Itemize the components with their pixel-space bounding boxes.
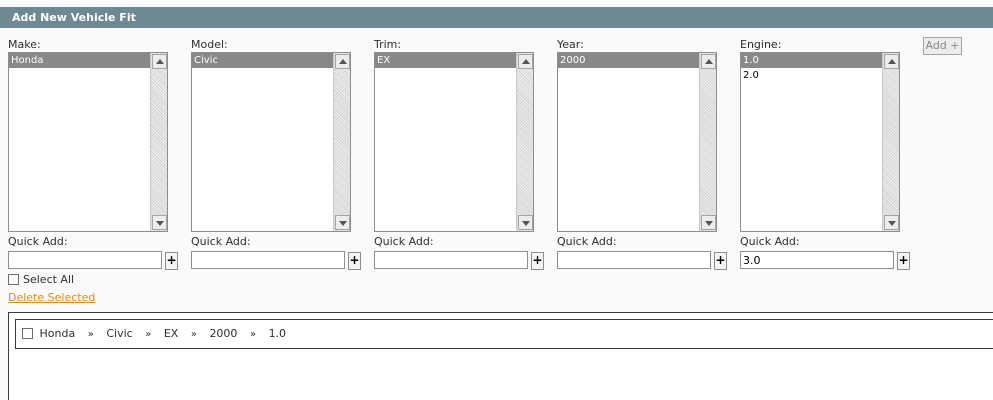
year-column: Year: 2000 Quick Add: + [557, 37, 735, 270]
panel-title: Add New Vehicle Fit [0, 7, 993, 28]
trim-scrollbar[interactable] [516, 53, 533, 231]
trim-option[interactable]: EX [375, 53, 516, 68]
make-listbox[interactable]: Honda [8, 52, 168, 232]
scroll-up-button[interactable] [701, 54, 716, 69]
model-listbox[interactable]: Civic [191, 52, 351, 232]
make-column: Make: Honda Quick Add: + [8, 37, 186, 270]
engine-listbox[interactable]: 1.0 2.0 [740, 52, 900, 232]
model-scrollbar[interactable] [333, 53, 350, 231]
fit-engine: 1.0 [268, 327, 287, 340]
add-vehicle-fit-panel: Add New Vehicle Fit Make: Honda Quick Ad… [0, 0, 993, 400]
engine-scrollbar[interactable] [882, 53, 899, 231]
separator-icon: » [190, 329, 197, 340]
model-column: Model: Civic Quick Add: + [191, 37, 369, 270]
model-quick-add-label: Quick Add: [191, 235, 251, 248]
year-quick-add-button[interactable]: + [714, 252, 727, 270]
add-fit-button[interactable]: Add + [923, 37, 962, 55]
trim-quick-add-input[interactable] [374, 251, 528, 269]
separator-icon: » [145, 329, 152, 340]
make-quick-add-input[interactable] [8, 251, 162, 269]
scroll-up-arrow-icon [705, 59, 713, 64]
scroll-up-arrow-icon [339, 59, 347, 64]
trim-listbox[interactable]: EX [374, 52, 534, 232]
fit-trim: EX [163, 327, 179, 340]
model-quick-add-button[interactable]: + [348, 252, 361, 270]
fit-row: Honda » Civic » EX » 2000 » 1.0 [15, 319, 993, 349]
engine-quick-add-input[interactable] [740, 251, 894, 269]
fit-year: 2000 [209, 327, 238, 340]
year-listbox[interactable]: 2000 [557, 52, 717, 232]
year-option[interactable]: 2000 [558, 53, 699, 68]
scroll-down-button[interactable] [884, 215, 899, 230]
engine-label: Engine: [740, 38, 782, 51]
separator-icon: » [249, 329, 257, 340]
separator-icon: » [87, 329, 94, 340]
scroll-up-button[interactable] [152, 54, 167, 69]
trim-label: Trim: [374, 38, 402, 51]
delete-selected-link[interactable]: Delete Selected [8, 291, 95, 304]
scroll-up-arrow-icon [522, 59, 530, 64]
scroll-up-button[interactable] [335, 54, 350, 69]
make-label: Make: [8, 38, 41, 51]
engine-column: Engine: 1.0 2.0 Quick Add: + [740, 37, 918, 270]
scroll-down-arrow-icon [522, 221, 530, 226]
scroll-down-arrow-icon [888, 221, 896, 226]
engine-quick-add-button[interactable]: + [897, 252, 910, 270]
scroll-up-button[interactable] [518, 54, 533, 69]
engine-option[interactable]: 1.0 [741, 53, 882, 68]
model-option[interactable]: Civic [192, 53, 333, 68]
engine-option[interactable]: 2.0 [741, 68, 882, 83]
model-label: Model: [191, 38, 228, 51]
scroll-down-button[interactable] [518, 215, 533, 230]
make-scrollbar[interactable] [150, 53, 167, 231]
make-quick-add-label: Quick Add: [8, 235, 68, 248]
make-option[interactable]: Honda [9, 53, 150, 68]
year-label: Year: [557, 38, 584, 51]
scroll-down-arrow-icon [339, 221, 347, 226]
scroll-down-arrow-icon [156, 221, 164, 226]
scroll-down-button[interactable] [152, 215, 167, 230]
year-scrollbar[interactable] [699, 53, 716, 231]
make-quick-add-button[interactable]: + [165, 252, 178, 270]
engine-quick-add-label: Quick Add: [740, 235, 800, 248]
fit-make: Honda [39, 327, 76, 340]
select-all[interactable]: Select All [8, 273, 74, 287]
fits-list: Honda » Civic » EX » 2000 » 1.0 [8, 312, 993, 400]
select-all-label: Select All [23, 273, 75, 286]
trim-quick-add-button[interactable]: + [531, 252, 544, 270]
scroll-up-arrow-icon [156, 59, 164, 64]
select-all-checkbox[interactable] [8, 274, 19, 285]
fit-model: Civic [106, 327, 133, 340]
scroll-down-button[interactable] [701, 215, 716, 230]
scroll-up-arrow-icon [888, 59, 896, 64]
fit-checkbox[interactable] [22, 328, 33, 339]
scroll-up-button[interactable] [884, 54, 899, 69]
trim-quick-add-label: Quick Add: [374, 235, 434, 248]
scroll-down-button[interactable] [335, 215, 350, 230]
year-quick-add-input[interactable] [557, 251, 711, 269]
year-quick-add-label: Quick Add: [557, 235, 617, 248]
model-quick-add-input[interactable] [191, 251, 345, 269]
trim-column: Trim: EX Quick Add: + [374, 37, 552, 270]
scroll-down-arrow-icon [705, 221, 713, 226]
